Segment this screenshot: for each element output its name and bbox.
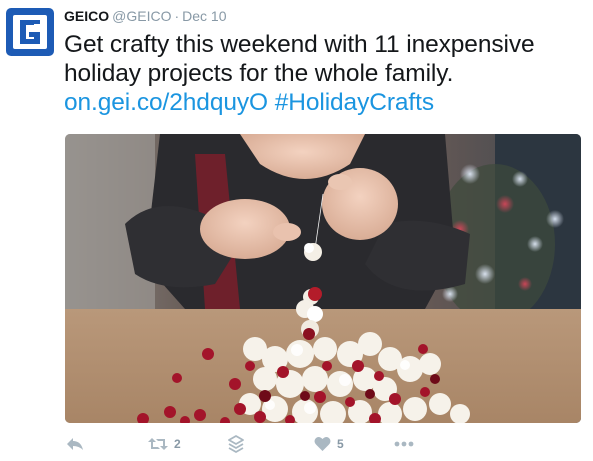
tweet-photo[interactable]: [65, 134, 581, 423]
retweet-button[interactable]: 2: [148, 432, 181, 456]
geico-avatar[interactable]: [6, 8, 54, 56]
ellipsis-icon: [394, 441, 414, 447]
geico-logo-icon: [6, 8, 54, 56]
like-count: 5: [337, 437, 344, 451]
layers-stack-icon: [228, 435, 244, 453]
author-handle[interactable]: @GEICO: [112, 8, 171, 24]
tweet-link[interactable]: on.gei.co/2hdquyO: [64, 89, 268, 116]
tweet-header: GEICO @GEICO · Dec 10: [64, 8, 227, 24]
like-button[interactable]: 5: [314, 432, 344, 456]
tweet-text-line-1: Get crafty this weekend with 11 inexpens…: [64, 31, 535, 58]
popcorn-cranberry-garland-photo: [65, 134, 581, 423]
tweet: GEICO @GEICO · Dec 10 Get crafty this weeke…: [0, 0, 593, 461]
retweet-icon: [148, 438, 168, 450]
hashtag-link[interactable]: #HolidayCrafts: [275, 89, 434, 116]
retweet-count: 2: [174, 437, 181, 451]
reply-button[interactable]: [66, 432, 84, 456]
tweet-text: Get crafty this weekend with 11 inexpens…: [64, 30, 584, 117]
separator-dot: ·: [174, 8, 180, 24]
tweet-text-line-3: on.gei.co/2hdquyO #HolidayCrafts: [64, 88, 584, 117]
reply-icon: [67, 438, 83, 450]
author-name[interactable]: GEICO: [64, 8, 109, 24]
tweet-actions: 2 5: [64, 432, 584, 456]
tweet-text-line-2: holiday projects for the whole family.: [64, 60, 454, 87]
more-options-button[interactable]: [394, 432, 414, 456]
add-to-collection-button[interactable]: [228, 432, 244, 456]
heart-icon: [314, 436, 331, 451]
tweet-date[interactable]: Dec 10: [182, 8, 226, 24]
